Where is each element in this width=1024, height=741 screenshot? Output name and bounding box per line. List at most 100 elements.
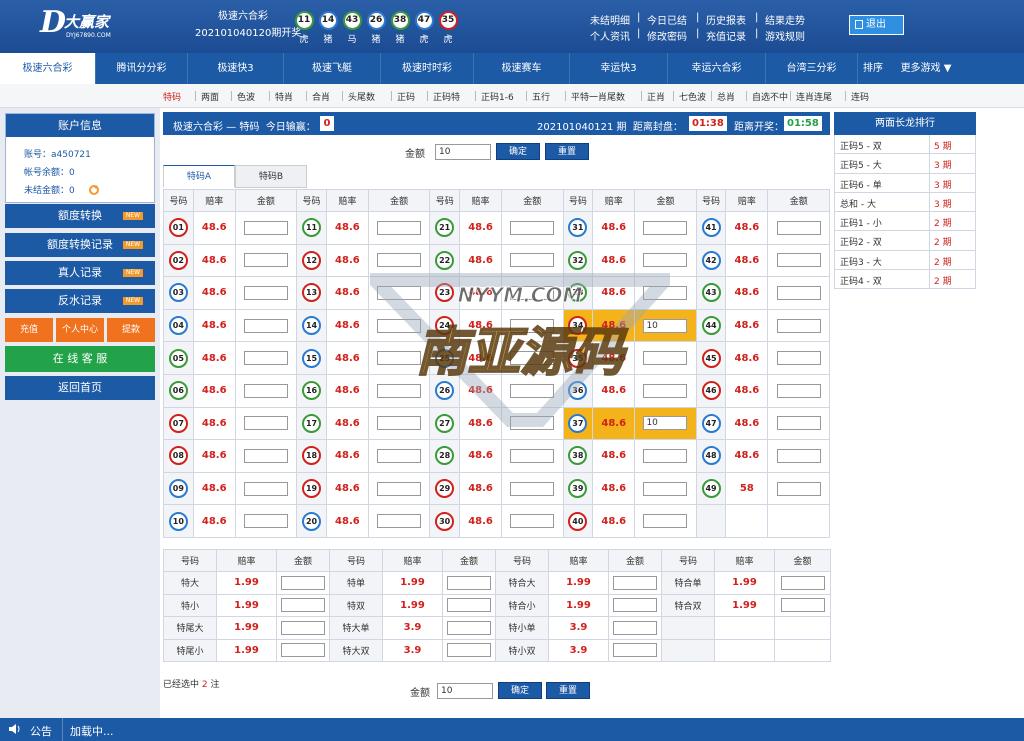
- amount-cell[interactable]: [634, 243, 697, 278]
- number-cell[interactable]: 11: [296, 211, 327, 245]
- amount-input-bottom[interactable]: 10: [437, 683, 493, 699]
- number-cell[interactable]: 24: [429, 308, 461, 343]
- number-cell[interactable]: 46: [695, 373, 727, 408]
- amount-cell[interactable]: [767, 308, 830, 343]
- amount-cell[interactable]: [501, 439, 564, 473]
- amount-cell[interactable]: [634, 341, 697, 375]
- logout-button[interactable]: 退出: [849, 15, 904, 35]
- amount-input[interactable]: [643, 220, 688, 235]
- play-type-tab[interactable]: 两面: [201, 90, 219, 103]
- amount-cell[interactable]: [234, 341, 298, 375]
- number-cell[interactable]: 40: [562, 504, 594, 538]
- number-ball[interactable]: 13: [302, 283, 322, 303]
- number-ball[interactable]: 12: [302, 250, 322, 270]
- special-label[interactable]: 特单: [329, 571, 383, 595]
- amount-input[interactable]: [243, 416, 288, 431]
- amount-input[interactable]: [281, 620, 325, 635]
- play-type-tab[interactable]: 连码: [851, 90, 869, 103]
- amount-cell[interactable]: [608, 593, 662, 617]
- refresh-icon[interactable]: [88, 184, 100, 196]
- number-ball[interactable]: 06: [168, 381, 188, 401]
- amount-cell[interactable]: [234, 406, 298, 441]
- number-cell[interactable]: 28: [429, 439, 461, 473]
- amount-cell[interactable]: [767, 211, 830, 245]
- number-ball[interactable]: 15: [302, 348, 322, 368]
- special-label[interactable]: 特大双: [329, 638, 383, 662]
- number-cell[interactable]: 26: [429, 373, 461, 408]
- withdraw-button[interactable]: 提款: [107, 318, 155, 342]
- number-cell[interactable]: 06: [163, 373, 194, 408]
- amount-cell[interactable]: [276, 593, 330, 617]
- amount-input[interactable]: [447, 598, 491, 613]
- number-ball[interactable]: 37: [568, 413, 588, 433]
- amount-cell[interactable]: [276, 571, 330, 595]
- special-label[interactable]: 特大: [163, 571, 217, 595]
- number-ball[interactable]: 04: [168, 316, 188, 336]
- amount-input[interactable]: [510, 514, 555, 529]
- amount-cell[interactable]: [442, 616, 496, 640]
- play-type-tab[interactable]: 合肖: [312, 90, 330, 103]
- amount-cell[interactable]: [276, 616, 330, 640]
- play-type-tab[interactable]: 平特一肖尾数: [571, 90, 625, 103]
- nav-tab[interactable]: 幸运六合彩: [668, 53, 766, 84]
- nav-tab[interactable]: 更多游戏 ▼: [888, 53, 964, 84]
- amount-input[interactable]: [510, 481, 555, 496]
- amount-input[interactable]: [510, 318, 555, 333]
- play-type-tab[interactable]: 正肖: [647, 90, 665, 103]
- amount-cell[interactable]: [767, 373, 830, 408]
- amount-input[interactable]: 10: [643, 416, 688, 431]
- number-ball[interactable]: 10: [168, 511, 188, 531]
- amount-input[interactable]: [243, 383, 288, 398]
- number-ball[interactable]: 21: [435, 218, 455, 238]
- amount-input[interactable]: [613, 643, 657, 658]
- number-ball[interactable]: 29: [435, 479, 455, 499]
- number-cell[interactable]: 20: [296, 504, 327, 538]
- top-link[interactable]: 未结明细: [590, 12, 630, 27]
- number-ball[interactable]: 01: [168, 218, 188, 238]
- number-ball[interactable]: 34: [568, 316, 588, 336]
- amount-input[interactable]: [643, 481, 688, 496]
- number-ball[interactable]: 41: [701, 218, 721, 238]
- number-cell[interactable]: 42: [695, 243, 727, 278]
- amount-cell[interactable]: [234, 211, 298, 245]
- tab-special-b[interactable]: 特码B: [235, 165, 307, 188]
- amount-input[interactable]: [613, 598, 657, 613]
- special-label[interactable]: 特合小: [495, 593, 549, 617]
- amount-cell[interactable]: [767, 406, 830, 441]
- number-cell[interactable]: 01: [163, 211, 194, 245]
- number-cell[interactable]: 35: [562, 341, 594, 375]
- nav-tab[interactable]: 极速飞艇: [284, 53, 381, 84]
- number-ball[interactable]: 35: [568, 348, 588, 368]
- amount-input[interactable]: [243, 351, 288, 366]
- amount-cell[interactable]: [608, 638, 662, 662]
- reset-button-top[interactable]: 重置: [545, 143, 589, 160]
- amount-cell[interactable]: [634, 439, 697, 473]
- amount-input[interactable]: [377, 383, 422, 398]
- top-link[interactable]: 游戏规则: [765, 28, 805, 43]
- play-type-tab[interactable]: 五行: [532, 90, 550, 103]
- number-ball[interactable]: 16: [302, 381, 322, 401]
- rebate-record-button[interactable]: 反水记录 NEW: [5, 289, 155, 313]
- number-ball[interactable]: 31: [568, 218, 588, 238]
- amount-input[interactable]: [510, 253, 555, 268]
- amount-input[interactable]: [643, 514, 688, 529]
- number-cell[interactable]: 12: [296, 243, 327, 278]
- number-cell[interactable]: 14: [296, 308, 327, 343]
- amount-cell[interactable]: [367, 406, 431, 441]
- amount-input[interactable]: [243, 448, 288, 463]
- amount-input-top[interactable]: 10: [435, 144, 491, 160]
- number-ball[interactable]: 43: [701, 283, 721, 303]
- number-cell[interactable]: 41: [695, 211, 727, 245]
- amount-input[interactable]: [377, 481, 422, 496]
- number-ball[interactable]: 26: [435, 381, 455, 401]
- nav-tab[interactable]: 极速快3: [188, 53, 284, 84]
- special-label[interactable]: 特双: [329, 593, 383, 617]
- confirm-button-top[interactable]: 确定: [496, 143, 540, 160]
- amount-input[interactable]: [776, 448, 821, 463]
- play-type-tab[interactable]: 正码特: [433, 90, 460, 103]
- amount-cell[interactable]: [501, 211, 564, 245]
- play-type-tab[interactable]: 头尾数: [348, 90, 375, 103]
- amount-input[interactable]: [377, 351, 422, 366]
- number-cell[interactable]: 18: [296, 439, 327, 473]
- amount-cell[interactable]: [234, 373, 298, 408]
